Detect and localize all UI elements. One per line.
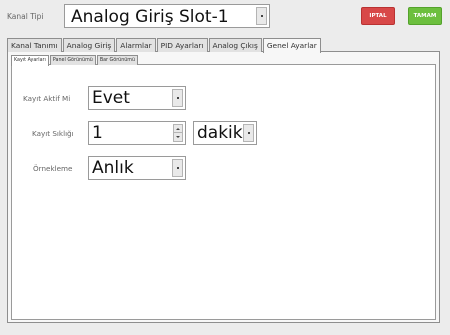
ornekleme-value: Anlık <box>92 158 134 178</box>
chevron-down-icon[interactable] <box>172 159 183 177</box>
tab-analog-giris[interactable]: Analog Giriş <box>62 38 116 52</box>
kayit-aktif-label: Kayıt Aktif Mi <box>23 94 71 103</box>
kanal-tipi-label: Kanal Tipi <box>7 12 44 21</box>
tab-pid-ayarlari[interactable]: PID Ayarları <box>156 38 208 52</box>
kayit-birim-select[interactable]: dakika <box>193 121 257 145</box>
tab-alarmlar[interactable]: Alarmlar <box>116 38 156 52</box>
ornekleme-select[interactable]: Anlık <box>88 156 186 180</box>
kayit-sikligi-value: 1 <box>92 123 103 143</box>
tamam-button[interactable]: TAMAM <box>408 7 442 25</box>
main-tab-bar: Kanal Tanımı Analog Giriş Alarmlar PID A… <box>7 38 322 53</box>
iptal-button[interactable]: IPTAL <box>361 7 395 25</box>
tab-genel-ayarlar[interactable]: Genel Ayarlar <box>262 38 321 53</box>
kanal-tipi-select[interactable]: Analog Giriş Slot-1 <box>64 4 270 28</box>
tab-analog-cikis[interactable]: Analog Çıkış <box>208 38 262 52</box>
kayit-sikligi-label: Kayıt Sıklığı <box>32 129 74 138</box>
subtab-panel-gorunumu[interactable]: Panel Görünümü <box>49 55 96 65</box>
subtab-bar-gorunumu[interactable]: Bar Görünümü <box>96 55 138 65</box>
ornekleme-label: Örnekleme <box>33 164 73 173</box>
spin-up-icon[interactable] <box>174 125 182 133</box>
subtab-kayit-ayarlari[interactable]: Kayıt Ayarları <box>11 55 49 66</box>
chevron-down-icon[interactable] <box>256 7 267 25</box>
kanal-tipi-value: Analog Giriş Slot-1 <box>71 7 229 27</box>
subtab-panel <box>11 64 436 320</box>
chevron-down-icon[interactable] <box>243 124 254 142</box>
sub-tab-bar: Kayıt Ayarları Panel Görünümü Bar Görünü… <box>11 55 139 66</box>
kayit-sikligi-input[interactable]: 1 <box>88 121 186 145</box>
chevron-down-icon[interactable] <box>172 89 183 107</box>
spin-down-icon[interactable] <box>174 133 182 141</box>
kayit-aktif-select[interactable]: Evet <box>88 86 186 110</box>
tab-kanal-tanimi[interactable]: Kanal Tanımı <box>7 38 62 52</box>
spinner-control[interactable] <box>173 124 183 142</box>
kayit-aktif-value: Evet <box>92 88 130 108</box>
